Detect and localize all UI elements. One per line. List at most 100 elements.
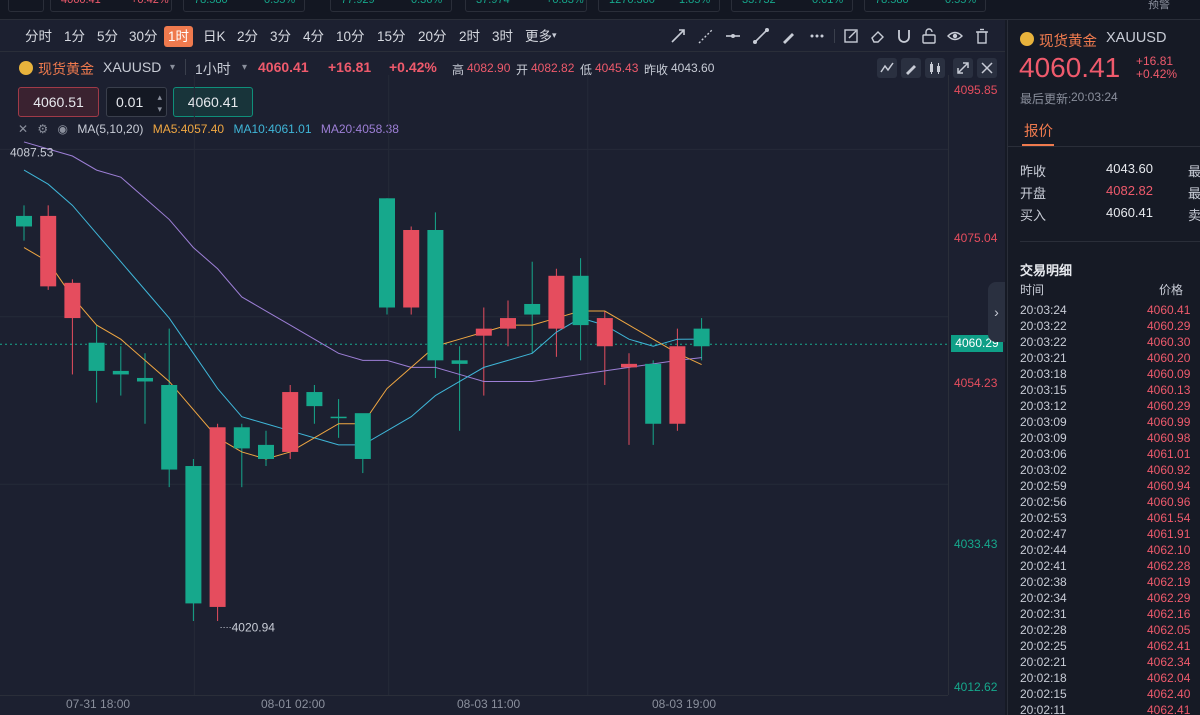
trade-price: 4060.94	[1147, 479, 1191, 493]
interval-dropdown-icon[interactable]: ▾	[242, 62, 247, 73]
quote-panel: 现货黄金 XAUUSD 4060.41 +16.81 +0.42% 最后更新: …	[1007, 20, 1200, 715]
timeframe-10[interactable]: 15分	[373, 26, 410, 47]
ticker-price: 78.580	[875, 0, 909, 6]
trade-time: 20:03:02	[1020, 463, 1067, 477]
ticker-change: 0.61%	[812, 0, 844, 6]
ticker-cell[interactable]: 77.929 0.36%	[330, 0, 452, 12]
ticker-change: 0.36%	[411, 0, 443, 6]
trade-row: 20:02:21 4062.34	[1020, 655, 1200, 671]
timeframe-6[interactable]: 2分	[233, 26, 262, 47]
trade-time: 20:02:31	[1020, 607, 1067, 621]
ticker-change: 0.55%	[945, 0, 977, 6]
trade-time: 20:02:53	[1020, 511, 1067, 525]
quote-row-value: 4060.41	[1106, 205, 1153, 220]
trade-time: 20:03:21	[1020, 351, 1067, 365]
trade-price: 4062.34	[1147, 655, 1191, 669]
eraser-icon[interactable]	[869, 27, 887, 45]
timeframe-14[interactable]: 更多	[521, 26, 556, 47]
trade-time: 20:03:12	[1020, 399, 1067, 413]
timeframe-8[interactable]: 4分	[299, 26, 328, 47]
timeframe-9[interactable]: 10分	[332, 26, 369, 47]
symbol-code[interactable]: XAUUSD	[103, 59, 161, 75]
ticker-cell[interactable]: 33.732 0.61%	[731, 0, 853, 12]
magnet-icon[interactable]	[895, 27, 913, 45]
trade-price: 4062.41	[1147, 703, 1191, 715]
ticker-cell[interactable]: 37.974 +0.83%	[465, 0, 587, 12]
trade-row: 20:02:38 4062.19	[1020, 575, 1200, 591]
timeframe-7[interactable]: 3分	[266, 26, 295, 47]
trade-time: 20:02:34	[1020, 591, 1067, 605]
trade-row: 20:03:22 4060.29	[1020, 319, 1200, 335]
trade-row: 20:02:56 4060.96	[1020, 495, 1200, 511]
trade-row: 20:03:18 4060.09	[1020, 367, 1200, 383]
candle-body	[354, 413, 371, 459]
segment-icon[interactable]	[752, 27, 770, 45]
timeframe-4[interactable]: 1时	[164, 26, 194, 47]
trade-time: 20:03:15	[1020, 383, 1067, 397]
trade-price: 4062.10	[1147, 543, 1191, 557]
trade-row: 20:03:06 4061.01	[1020, 447, 1200, 463]
lock-icon[interactable]	[920, 27, 938, 45]
price-axis-label: 4012.62	[954, 680, 998, 694]
trash-icon[interactable]	[973, 27, 991, 45]
ticker-cell[interactable]: 78.580 0.55%	[864, 0, 986, 12]
timeframe-11[interactable]: 20分	[414, 26, 451, 47]
eye-icon[interactable]	[946, 27, 964, 45]
trades-col-price: 价格	[1159, 283, 1184, 297]
trade-price: 4062.05	[1147, 623, 1191, 637]
trade-price: 4062.04	[1147, 671, 1191, 685]
candle-body	[621, 363, 637, 368]
ray-icon[interactable]	[669, 27, 687, 45]
timeframe-1[interactable]: 1分	[60, 26, 89, 47]
more-dropdown-icon[interactable]: ▾	[552, 30, 557, 41]
pen-icon[interactable]	[780, 27, 798, 45]
ticker-cell[interactable]: 1270.360 1.85%	[598, 0, 720, 12]
low-marker: 4020.94	[232, 620, 276, 634]
candle-body	[282, 392, 299, 452]
candlestick-chart[interactable]: 4087.53 4020.94	[0, 75, 948, 695]
ticker-cell[interactable]: 4060.41 +0.42%	[50, 0, 172, 12]
timeframe-0[interactable]: 分时	[21, 26, 56, 47]
collapse-arrow-icon[interactable]: ›	[988, 282, 1005, 342]
quote-row-value: 4082.82	[1106, 183, 1153, 198]
fullscreen-icon[interactable]	[953, 58, 973, 78]
horizontal-line-icon[interactable]	[724, 27, 742, 45]
timeframe-13[interactable]: 3时	[488, 26, 517, 47]
timeframe-5[interactable]: 日K	[199, 26, 230, 47]
trade-row: 20:03:02 4060.92	[1020, 463, 1200, 479]
timeframe-3[interactable]: 30分	[125, 26, 162, 47]
more-dots-icon[interactable]	[808, 27, 826, 45]
trade-time: 20:02:47	[1020, 527, 1067, 541]
ticker-price: 33.732	[742, 0, 776, 6]
tab-quote[interactable]: 报价	[1024, 120, 1053, 141]
timeframe-2[interactable]: 5分	[93, 26, 122, 47]
quote-symbol-name: 现货黄金	[1039, 34, 1097, 50]
candle-body	[40, 215, 57, 287]
trade-row: 20:02:41 4062.28	[1020, 559, 1200, 575]
trade-row: 20:02:47 4061.91	[1020, 527, 1200, 543]
ticker-cell[interactable]: 78.580 0.55%	[183, 0, 305, 12]
alert-label[interactable]: 预警	[1148, 0, 1170, 12]
trade-price: 4060.09	[1147, 367, 1191, 381]
trade-price: 4062.28	[1147, 559, 1191, 573]
ticker-price: 78.580	[194, 0, 228, 6]
candle-body	[330, 416, 347, 419]
trade-price: 4062.29	[1147, 591, 1191, 605]
trade-time: 20:03:09	[1020, 431, 1067, 445]
trade-row: 20:02:28 4062.05	[1020, 623, 1200, 639]
trade-row: 20:03:21 4060.20	[1020, 351, 1200, 367]
timeframe-12[interactable]: 2时	[455, 26, 484, 47]
candle-body	[500, 318, 516, 329]
trades-title: 交易明细	[1020, 263, 1073, 278]
trade-price: 4060.20	[1147, 351, 1191, 365]
trade-time: 20:03:22	[1020, 335, 1067, 349]
symbol-dropdown-icon[interactable]: ▾	[170, 62, 175, 73]
quote-row-label: 昨收	[1020, 164, 1047, 179]
update-time: 20:03:24	[1071, 90, 1118, 104]
ticker-cell[interactable]	[8, 0, 44, 12]
trade-price: 4061.01	[1147, 447, 1191, 461]
price-axis-label: 4075.04	[954, 231, 998, 245]
close-chart-icon[interactable]	[977, 58, 997, 78]
edit-icon[interactable]	[842, 27, 860, 45]
extended-line-icon[interactable]	[697, 27, 715, 45]
